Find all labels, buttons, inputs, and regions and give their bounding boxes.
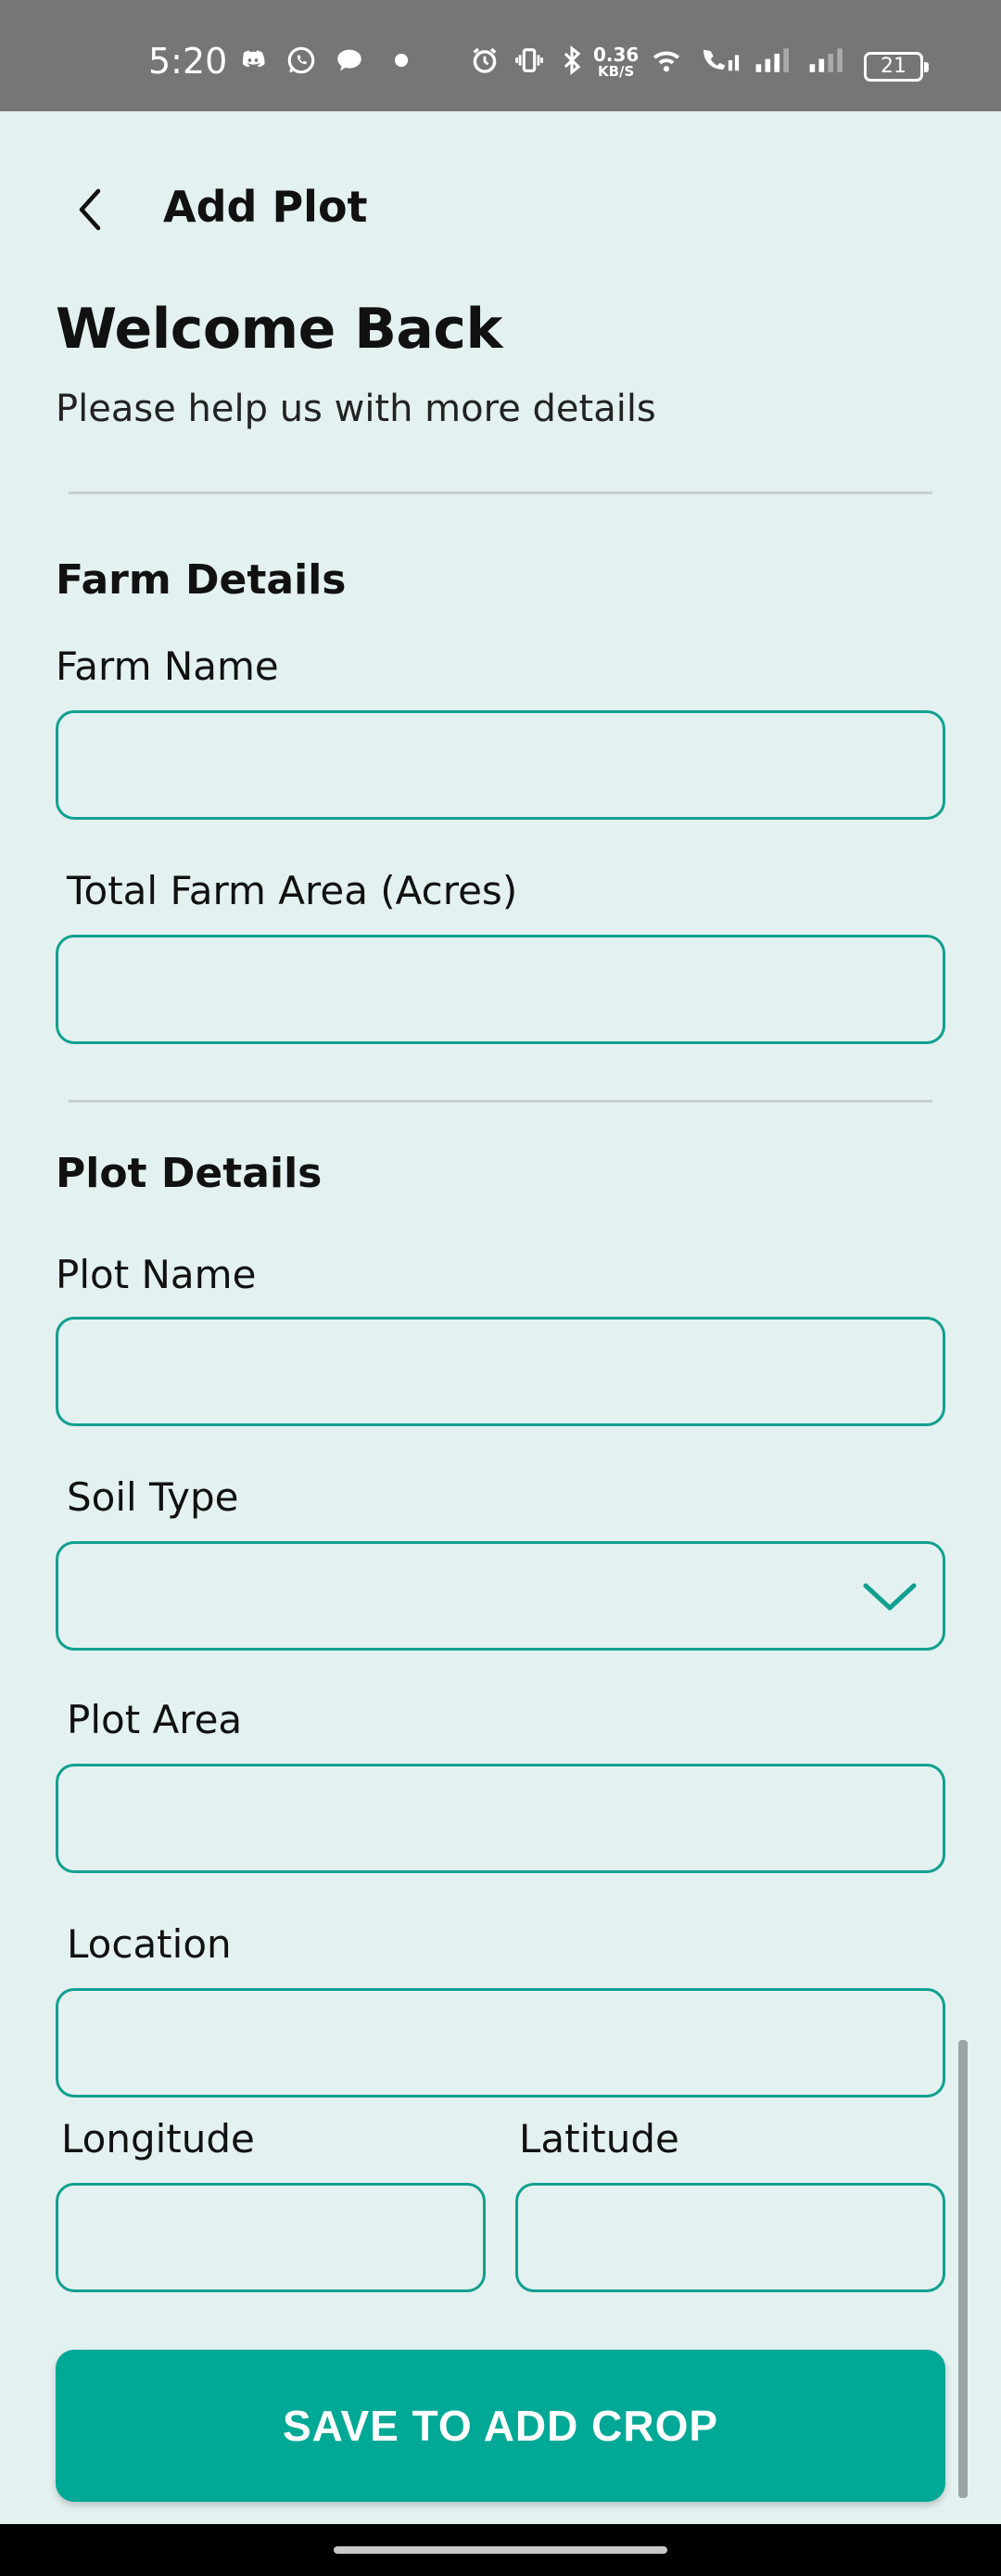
soil-type-select[interactable]	[56, 1541, 945, 1651]
latitude-input[interactable]	[515, 2183, 945, 2292]
plot-area-input[interactable]	[56, 1764, 945, 1873]
latitude-label: Latitude	[519, 2116, 679, 2162]
battery-indicator: 21	[864, 52, 929, 82]
bluetooth-icon	[564, 45, 581, 75]
longitude-label: Longitude	[61, 2116, 255, 2162]
soil-type-label: Soil Type	[67, 1474, 239, 1520]
divider	[69, 1100, 932, 1103]
location-label: Location	[67, 1921, 232, 1967]
alarm-icon	[473, 47, 497, 73]
wifi-icon	[653, 51, 680, 72]
farm-name-label: Farm Name	[56, 644, 279, 689]
welcome-subtitle: Please help us with more details	[56, 388, 656, 430]
farm-name-input[interactable]	[56, 710, 945, 820]
signal-icon	[809, 48, 843, 72]
page-title: Add Plot	[163, 182, 368, 232]
signal-icon	[755, 48, 789, 72]
chevron-left-icon[interactable]	[69, 182, 115, 237]
total-farm-area-input[interactable]	[56, 935, 945, 1044]
network-speed: 0.36 KB/S	[593, 44, 640, 80]
plot-area-label: Plot Area	[67, 1697, 243, 1742]
home-indicator[interactable]	[334, 2546, 667, 2554]
chevron-down-icon[interactable]	[860, 1578, 919, 1615]
longitude-input[interactable]	[56, 2183, 486, 2292]
vibrate-icon	[515, 48, 543, 72]
whatsapp-icon	[287, 46, 315, 74]
welcome-heading: Welcome Back	[56, 297, 502, 362]
chat-icon	[337, 49, 361, 71]
discord-icon	[242, 50, 265, 68]
plot-name-input[interactable]	[56, 1317, 945, 1426]
save-to-add-crop-button[interactable]: SAVE TO ADD CROP	[56, 2350, 945, 2502]
farm-details-title: Farm Details	[56, 556, 347, 604]
plot-details-title: Plot Details	[56, 1150, 323, 1197]
plot-name-label: Plot Name	[56, 1252, 257, 1297]
status-bar: 5:20 0.36 KB/S 21	[0, 0, 1001, 111]
total-farm-area-label: Total Farm Area (Acres)	[67, 868, 518, 913]
divider	[69, 491, 932, 494]
status-time: 5:20	[148, 41, 228, 82]
scrollbar[interactable]	[958, 2040, 968, 2498]
wifi-call-icon	[703, 49, 740, 71]
dot-icon	[394, 53, 409, 68]
location-input[interactable]	[56, 1988, 945, 2098]
